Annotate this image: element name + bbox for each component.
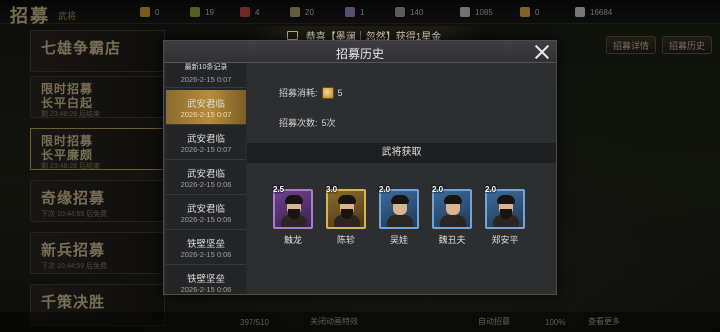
- record-name: 武安君临: [186, 169, 225, 180]
- speaker-icon: [286, 30, 298, 40]
- general-rating: 2.0: [485, 185, 497, 194]
- general-rating: 2.0: [432, 185, 444, 194]
- record-date: 2026-2-15 0:06: [180, 180, 232, 189]
- record-date: 2026-2-15 0:06: [180, 285, 232, 294]
- record-date: 2026-2-15 0:07: [180, 145, 232, 154]
- general-rating: 2.0: [379, 185, 391, 194]
- general-card[interactable]: 2.5 触龙: [273, 185, 313, 249]
- record-list: 最新10条记录 2026-2-15 0:07 武安君临 2026-2-15 0:07…: [166, 63, 246, 294]
- record-name: 武安君临: [186, 99, 225, 110]
- history-record[interactable]: 武安君临 2026-2-15 0:07: [166, 90, 246, 125]
- recruit-token-icon: [321, 86, 334, 99]
- general-portrait: [432, 189, 472, 229]
- dialog-header: 招募历史: [164, 41, 556, 63]
- record-date: 2026-2-15 0:06: [180, 250, 232, 259]
- record-name: 铁壁坚垒: [186, 239, 225, 250]
- general-card[interactable]: 2.0 魏丑夫: [432, 185, 472, 249]
- general-portrait: [485, 189, 525, 229]
- cost-row: 招募消耗: 5: [279, 86, 343, 99]
- cost-value: 5: [337, 87, 343, 98]
- recruit-history-dialog: 招募历史 最新10条记录 2026-2-15 0:07 武安君临 2026-2-15…: [163, 40, 557, 295]
- record-name: 武安君临: [186, 204, 225, 215]
- general-portrait: [379, 189, 419, 229]
- record-name: 铁壁坚垒: [186, 274, 225, 285]
- general-portrait: [326, 189, 366, 229]
- general-portrait: [273, 189, 313, 229]
- record-detail: 招募消耗: 5 招募次数: 5次 武将获取 2.5 触龙 3.0 陈轸 2.0 吴娃 2.0…: [247, 63, 556, 294]
- section-title: 武将获取: [247, 143, 556, 163]
- record-date: 2026-2-15 0:07: [180, 75, 232, 84]
- record-date: 2026-2-15 0:07: [180, 110, 232, 119]
- general-name: 陈轸: [336, 235, 355, 245]
- history-record[interactable]: 武安君临 2026-2-15 0:07: [166, 125, 246, 160]
- history-record[interactable]: 武安君临 2026-2-15 0:06: [166, 195, 246, 230]
- general-card[interactable]: 2.0 郑安平: [485, 185, 525, 249]
- history-record[interactable]: 武安君临 2026-2-15 0:06: [166, 160, 246, 195]
- record-date: 2026-2-15 0:06: [180, 215, 232, 224]
- times-row: 招募次数: 5次: [279, 116, 336, 129]
- dialog-title: 招募历史: [335, 47, 384, 61]
- history-record[interactable]: 铁壁坚垒 2026-2-15 0:06: [166, 265, 246, 294]
- cost-label: 招募消耗:: [279, 88, 318, 98]
- general-list: 2.5 触龙 3.0 陈轸 2.0 吴娃 2.0 魏丑夫 2.0 郑安平: [273, 185, 533, 249]
- general-card[interactable]: 2.0 吴娃: [379, 185, 419, 249]
- times-label: 招募次数:: [279, 118, 318, 128]
- record-list-caption: 最新10条记录: [184, 64, 228, 71]
- general-name: 魏丑夫: [438, 235, 466, 245]
- general-name: 吴娃: [389, 235, 408, 245]
- general-rating: 3.0: [326, 185, 338, 194]
- general-rating: 2.5: [273, 185, 285, 194]
- record-name: 武安君临: [186, 134, 225, 145]
- general-card[interactable]: 3.0 陈轸: [326, 185, 366, 249]
- history-record[interactable]: 铁壁坚垒 2026-2-15 0:06: [166, 230, 246, 265]
- close-icon[interactable]: [532, 42, 552, 62]
- history-record[interactable]: 2026-2-15 0:07: [166, 73, 246, 88]
- general-name: 触龙: [283, 235, 302, 245]
- general-name: 郑安平: [491, 235, 519, 245]
- times-value: 5次: [321, 118, 336, 128]
